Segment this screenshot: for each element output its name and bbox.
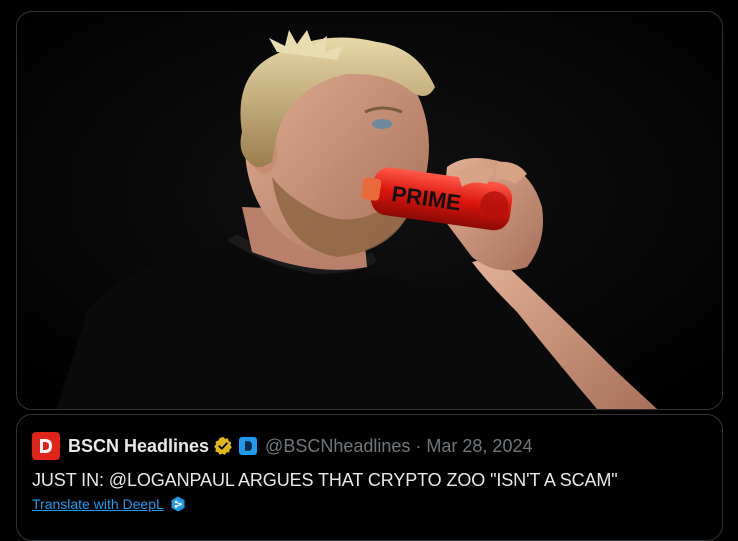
author-name[interactable]: BSCN Headlines [68, 436, 209, 457]
quoted-tweet-card[interactable]: BSCN Headlines @BSCNheadlines · Mar 28, … [16, 414, 723, 541]
quoted-tweet-text: JUST IN: @LOGANPAUL ARGUES THAT CRYPTO Z… [32, 470, 618, 490]
translate-with-deepl-link[interactable]: Translate with DeepL [32, 496, 164, 512]
affiliate-badge-icon[interactable] [239, 437, 258, 455]
affiliate-logo-icon [245, 441, 253, 451]
deepl-icon[interactable] [170, 496, 186, 512]
tweet-date[interactable]: Mar 28, 2024 [426, 436, 532, 457]
photo-logan-drinking: PRIME [17, 12, 722, 409]
media-image[interactable]: PRIME [16, 11, 723, 410]
separator-dot: · [415, 435, 422, 456]
bscn-logo-icon [40, 439, 52, 453]
quoted-tweet-header: BSCN Headlines @BSCNheadlines · Mar 28, … [32, 432, 532, 460]
verified-badge-icon[interactable] [213, 436, 233, 456]
author-handle[interactable]: @BSCNheadlines [265, 436, 410, 457]
avatar[interactable] [32, 432, 60, 460]
translate-row: Translate with DeepL [32, 496, 186, 512]
